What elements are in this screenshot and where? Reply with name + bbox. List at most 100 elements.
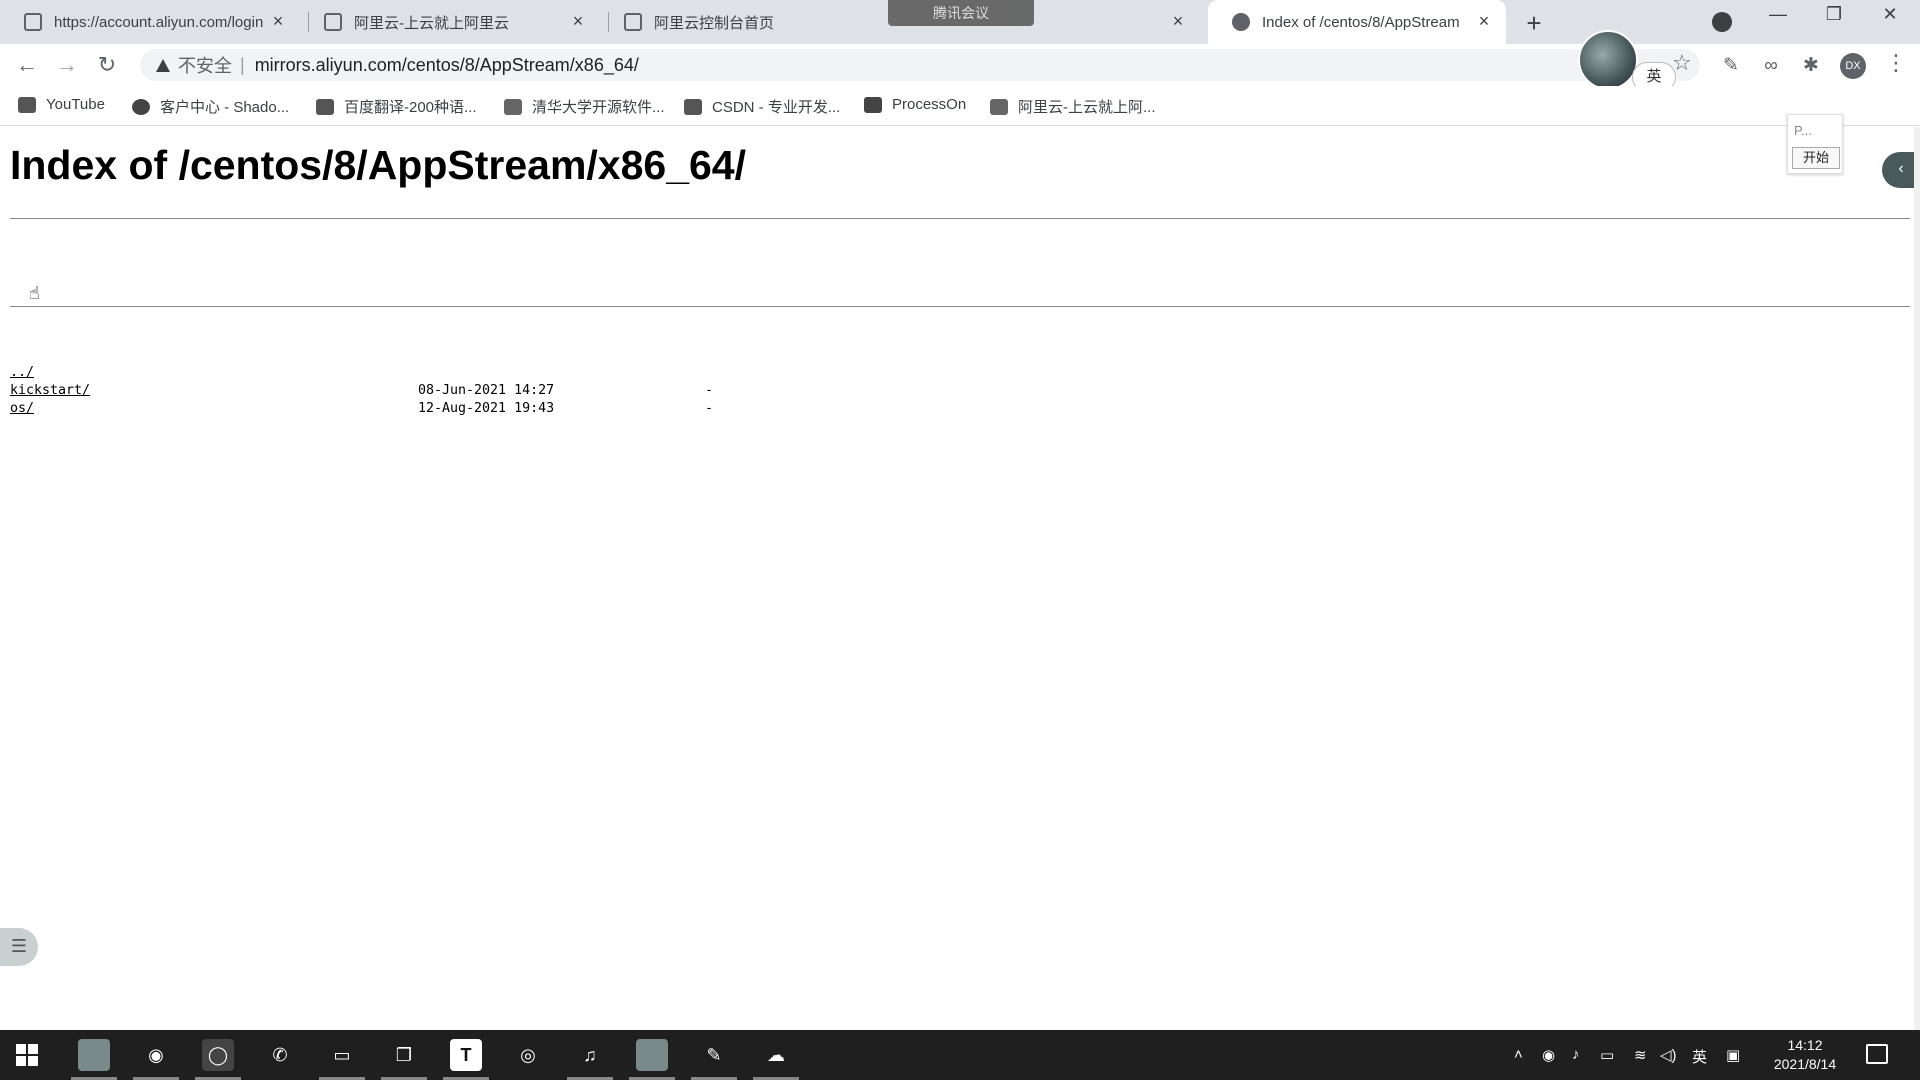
link-extension-icon[interactable]: ∞ (1760, 55, 1782, 77)
top-divider (10, 218, 1910, 219)
bookmark-csdn[interactable]: CSDN - 专业开发... (684, 96, 840, 117)
url-separator: | (240, 54, 245, 75)
close-tab-icon[interactable]: × (568, 11, 588, 32)
ime-indicator[interactable]: 英 (1692, 1046, 1707, 1067)
tab-aliyun-login[interactable]: https://account.aliyun.com/login × (0, 0, 300, 44)
app-music-icon[interactable]: ♫ (574, 1039, 606, 1071)
globe-icon (1232, 13, 1250, 31)
tab-title: https://account.aliyun.com/login (54, 13, 264, 31)
battery-icon[interactable]: ▭ (1600, 1046, 1614, 1064)
app-meeting-icon[interactable]: ☁ (760, 1039, 792, 1071)
parent-dir-link[interactable]: ../ (10, 365, 34, 380)
youtube-icon (18, 96, 36, 113)
processon-icon (864, 96, 882, 113)
url-text[interactable]: mirrors.aliyun.com/centos/8/AppStream/x8… (255, 55, 639, 76)
kickstart-link[interactable]: kickstart/ (10, 383, 90, 398)
list-item-parent: ../ (10, 365, 34, 383)
restore-button[interactable]: ❐ (1814, 4, 1854, 25)
start-button[interactable]: 开始 (1792, 147, 1840, 169)
tsinghua-icon (504, 98, 522, 115)
hand-cursor-icon: ☝ (29, 283, 40, 303)
bookmark-label: 百度翻译-200种语... (344, 99, 477, 116)
bookmarks-bar: YouTube 客户中心 - Shado... 百度翻译-200种语... 清华… (0, 86, 1920, 126)
bottom-divider (10, 306, 1910, 307)
close-tab-icon[interactable]: × (268, 11, 288, 32)
close-tab-icon[interactable]: × (1168, 11, 1188, 32)
taskbar: ◉ ◯ ✆ ▭ ❐ T ◎ ♫ ✎ ☁ ˄ ◉ ♪ ▭ ≋ ◁) 英 ▣ 14:… (0, 1030, 1920, 1080)
tab-index-appstream[interactable]: Index of /centos/8/AppStream × (1208, 0, 1506, 44)
list-item-os: os/ 12-Aug-2021 19:43 - (10, 401, 713, 419)
app-folder-icon[interactable]: ▭ (326, 1039, 358, 1071)
app-notepad-icon[interactable]: ✎ (698, 1039, 730, 1071)
app-copy-icon[interactable]: ❐ (388, 1039, 420, 1071)
microphone-icon[interactable]: ♪ (1572, 1046, 1580, 1063)
tray-expand-icon[interactable]: ˄ (1514, 1046, 1523, 1063)
tab-title: 阿里云控制台首页 (654, 14, 775, 32)
bookmark-processon[interactable]: ProcessOn (864, 96, 966, 113)
chat-float-icon[interactable]: ☰ (0, 928, 38, 966)
scrollbar[interactable] (1914, 127, 1920, 1030)
floating-popup: P... 开始 (1787, 114, 1843, 174)
bookmark-label: ProcessOn (892, 96, 967, 113)
bookmark-label: 清华大学开源软件... (532, 99, 665, 116)
bookmark-label: YouTube (46, 96, 105, 113)
tray-app-icon[interactable]: ▣ (1726, 1046, 1740, 1064)
tab-search-icon[interactable] (1712, 12, 1732, 32)
minimize-button[interactable]: — (1758, 4, 1798, 25)
volume-icon[interactable]: ◁) (1660, 1046, 1677, 1064)
bookmark-label: CSDN - 专业开发... (712, 99, 841, 116)
close-tab-icon[interactable]: × (1474, 11, 1494, 32)
popup-label: P... (1794, 123, 1812, 138)
bookmark-baidu-translate[interactable]: 百度翻译-200种语... (316, 96, 477, 117)
bookmark-label: 客户中心 - Shado... (160, 99, 290, 116)
meeting-overlay[interactable]: 腾讯会议 (888, 0, 1034, 26)
bookmark-label: 阿里云-上云就上阿... (1018, 99, 1156, 116)
app-typora-icon[interactable]: T (450, 1039, 482, 1071)
bookmark-tsinghua-mirror[interactable]: 清华大学开源软件... (504, 96, 665, 117)
page-title: Index of /centos/8/AppStream/x86_64/ (10, 142, 746, 188)
warning-icon[interactable] (156, 58, 170, 72)
page-icon (324, 13, 342, 31)
clock-time: 14:12 (1787, 1037, 1823, 1053)
tab-aliyun-home[interactable]: 阿里云-上云就上阿里云 × (300, 0, 600, 44)
insecure-label[interactable]: 不安全 (178, 52, 232, 78)
window-close-button[interactable]: ✕ (1870, 4, 1910, 25)
browser-menu-icon[interactable]: ⋮ (1885, 50, 1907, 76)
profile-avatar[interactable]: DX (1840, 53, 1866, 79)
os-link[interactable]: os/ (10, 401, 34, 416)
windows-start-icon[interactable] (16, 1044, 38, 1066)
edit-extension-icon[interactable]: ✎ (1720, 55, 1742, 77)
bookmark-aliyun[interactable]: 阿里云-上云就上阿... (990, 96, 1156, 117)
app-wechat-icon[interactable]: ✆ (264, 1039, 296, 1071)
rocket-icon (132, 98, 150, 115)
modified-date: 12-Aug-2021 19:43 (418, 401, 555, 416)
app-photo-icon[interactable] (78, 1039, 110, 1071)
back-button[interactable]: ← (14, 52, 40, 78)
bookmark-youtube[interactable]: YouTube (18, 96, 105, 113)
new-tab-button[interactable]: + (1520, 8, 1548, 39)
tab-strip: https://account.aliyun.com/login × 阿里云-上… (0, 0, 1920, 44)
system-clock[interactable]: 14:12 2021/8/14 (1760, 1036, 1850, 1074)
tray-camera-icon[interactable]: ◉ (1542, 1046, 1555, 1064)
app-vivaldi-icon[interactable]: ◉ (140, 1039, 172, 1071)
puzzle-extensions-icon[interactable]: ✱ (1800, 55, 1822, 77)
list-item-kickstart: kickstart/ 08-Jun-2021 14:27 - (10, 383, 713, 401)
csdn-icon (684, 98, 702, 115)
reload-button[interactable]: ↻ (94, 52, 120, 78)
ime-avatar[interactable] (1578, 30, 1638, 90)
app-chrome-icon[interactable]: ◯ (202, 1039, 234, 1071)
bookmark-shadowsocks[interactable]: 客户中心 - Shado... (132, 96, 289, 117)
forward-button[interactable]: → (54, 52, 80, 78)
notification-center-icon[interactable] (1866, 1044, 1888, 1064)
app-screenshot-icon[interactable] (636, 1039, 668, 1071)
clock-date: 2021/8/14 (1773, 1056, 1837, 1072)
translate-icon (316, 98, 334, 115)
wifi-icon[interactable]: ≋ (1634, 1046, 1647, 1064)
tab-title: Index of /centos/8/AppStream (1262, 13, 1460, 31)
page-icon (24, 13, 42, 31)
address-bar[interactable]: 不安全 | mirrors.aliyun.com/centos/8/AppStr… (140, 49, 1700, 81)
tab-title: 阿里云-上云就上阿里云 (354, 14, 509, 32)
app-snail-icon[interactable]: ◎ (512, 1039, 544, 1071)
page-content: Index of /centos/8/AppStream/x86_64/ ../… (0, 127, 1910, 1030)
page-icon (624, 13, 642, 31)
